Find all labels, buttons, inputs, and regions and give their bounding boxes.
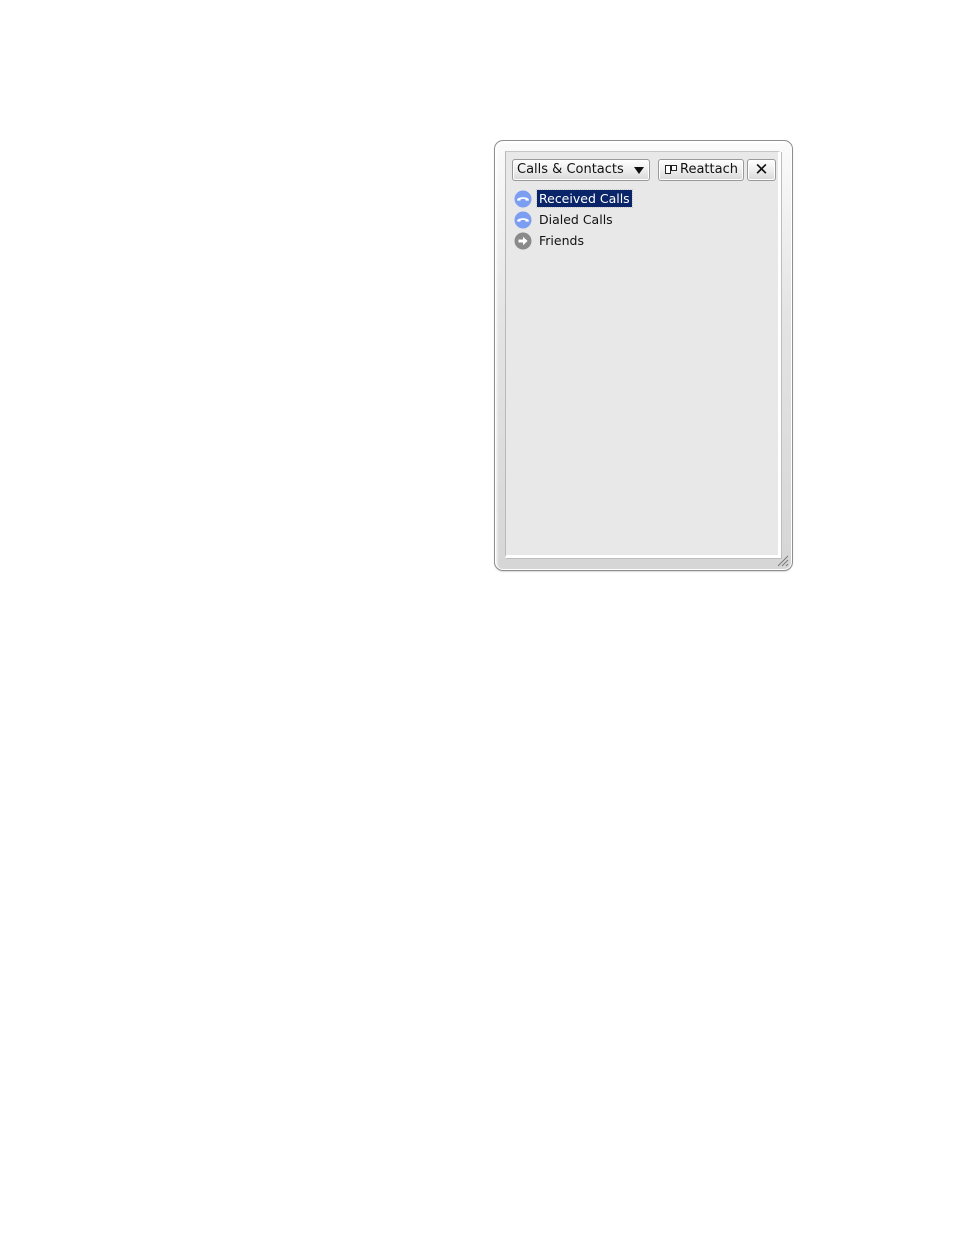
phone-icon [514, 211, 532, 228]
reattach-label: Reattach [680, 162, 738, 177]
tree-item-friends[interactable]: Friends [514, 230, 632, 251]
close-icon: ✕ [754, 160, 769, 180]
resize-grip-icon[interactable] [775, 553, 789, 567]
phone-icon [514, 190, 532, 207]
tree-item-label: Dialed Calls [539, 212, 613, 227]
arrow-right-circle-icon [514, 232, 532, 249]
tree-item-dialed-calls[interactable]: Dialed Calls [514, 209, 632, 230]
close-button[interactable]: ✕ [747, 159, 776, 181]
tree-item-label: Received Calls [536, 189, 633, 208]
view-selector-label: Calls & Contacts [517, 162, 624, 177]
view-selector-dropdown[interactable]: Calls & Contacts [512, 159, 650, 181]
calls-contacts-panel: Calls & Contacts Reattach ✕ Received Cal… [494, 140, 793, 571]
tree-item-received-calls[interactable]: Received Calls [514, 188, 633, 209]
reattach-button[interactable]: Reattach [658, 159, 744, 181]
reattach-icon [665, 165, 677, 174]
tree-item-label: Friends [539, 233, 584, 248]
chevron-down-icon [634, 167, 644, 174]
calls-contacts-tree: Received Calls Dialed Calls Friends [514, 188, 633, 251]
